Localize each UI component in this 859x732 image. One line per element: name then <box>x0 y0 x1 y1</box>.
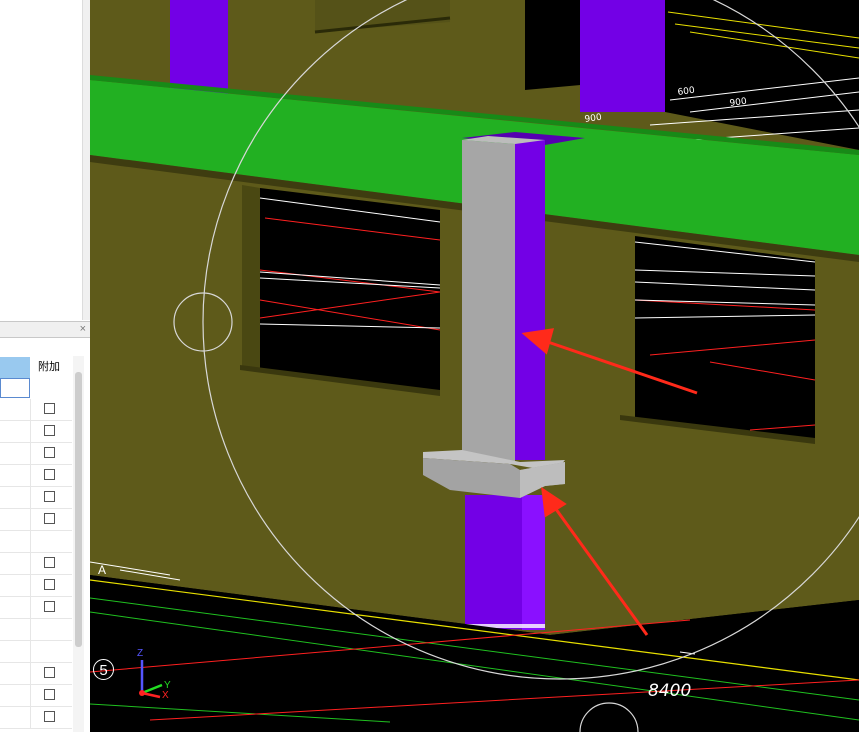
column-upper-purple <box>515 140 545 460</box>
grid-row[interactable] <box>0 641 72 663</box>
window-left-frame <box>242 185 260 368</box>
window-right <box>635 236 815 440</box>
gray-column-jacket <box>462 140 515 462</box>
grid-row[interactable] <box>0 553 72 575</box>
grid-axis-number-badge: 5 <box>93 659 114 680</box>
additional-checkbox[interactable] <box>44 557 55 568</box>
grid-row[interactable] <box>0 663 72 685</box>
grid-row[interactable] <box>0 465 72 487</box>
upper-column-right <box>580 0 665 112</box>
column-lower-shade <box>522 495 545 630</box>
grid-column-divider <box>30 531 31 552</box>
additional-checkbox[interactable] <box>44 689 55 700</box>
grid-axis-letter: A <box>98 563 107 577</box>
grid-row[interactable] <box>0 597 72 619</box>
axis-z-label: Z <box>137 648 144 659</box>
grid-row[interactable] <box>0 509 72 531</box>
grid-row[interactable] <box>0 421 72 443</box>
axis-x-label: X <box>162 690 169 701</box>
grid-row[interactable] <box>0 685 72 707</box>
grid-column-divider <box>30 575 31 596</box>
grid-row[interactable] <box>0 619 72 641</box>
grid-column-divider <box>30 553 31 574</box>
model-scene: 600 900 900 <box>90 0 859 732</box>
grid-column-divider <box>30 487 31 508</box>
properties-panel: × 附加 <box>0 0 91 732</box>
grid-column-divider <box>30 685 31 706</box>
close-icon[interactable]: × <box>80 322 86 337</box>
grid-header: 附加 <box>0 357 72 378</box>
grid-column-divider <box>30 399 31 420</box>
grid-row[interactable] <box>0 443 72 465</box>
grid-column-divider <box>30 443 31 464</box>
properties-upper-area <box>0 0 82 320</box>
sub-panel-titlebar: × <box>0 321 90 338</box>
grid-rows <box>0 399 72 729</box>
grid-row[interactable] <box>0 399 72 421</box>
additional-checkbox[interactable] <box>44 403 55 414</box>
grid-column-divider <box>30 619 31 640</box>
grid-row[interactable] <box>0 707 72 729</box>
upper-column-left <box>170 0 228 95</box>
additional-checkbox[interactable] <box>44 513 55 524</box>
grid-column-divider <box>30 663 31 684</box>
grid-column-divider <box>30 421 31 442</box>
grid-column-divider <box>30 597 31 618</box>
additional-checkbox[interactable] <box>44 711 55 722</box>
grid-column-divider <box>30 465 31 486</box>
additional-checkbox[interactable] <box>44 425 55 436</box>
grid-row[interactable] <box>0 575 72 597</box>
grid-active-cell[interactable] <box>0 378 30 398</box>
dimension-label: 8400 <box>648 681 692 701</box>
grid-header-selected-cell[interactable] <box>0 357 30 378</box>
grid-row[interactable] <box>0 531 72 553</box>
additional-checkbox[interactable] <box>44 447 55 458</box>
additional-checkbox[interactable] <box>44 601 55 612</box>
grid-column-divider <box>30 707 31 728</box>
additional-checkbox[interactable] <box>44 469 55 480</box>
additional-checkbox[interactable] <box>44 667 55 678</box>
grid-scrollbar-thumb[interactable] <box>75 372 82 647</box>
grid-header-additional[interactable]: 附加 <box>31 357 72 378</box>
additional-checkbox[interactable] <box>44 491 55 502</box>
grid-row[interactable] <box>0 487 72 509</box>
grid-column-divider <box>30 641 31 662</box>
additional-checkbox[interactable] <box>44 579 55 590</box>
grid-column-divider <box>30 509 31 530</box>
3d-viewport[interactable]: 600 900 900 5 A Z Y X 8400 <box>90 0 859 732</box>
